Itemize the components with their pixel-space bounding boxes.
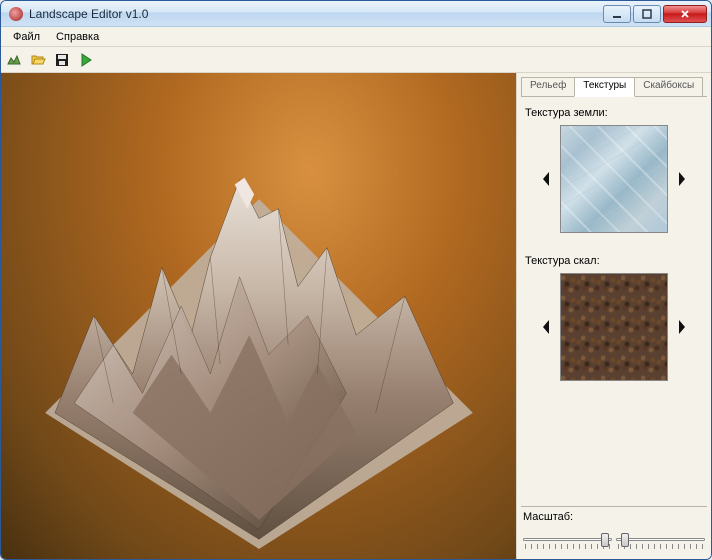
content-area: Рельеф Текстуры Скайбоксы Текстура земли… — [1, 73, 711, 559]
toolbar — [1, 47, 711, 73]
tab-terrain[interactable]: Рельеф — [521, 77, 575, 96]
window-title: Landscape Editor v1.0 — [29, 7, 601, 21]
viewport-3d[interactable] — [1, 73, 516, 559]
save-button[interactable] — [51, 49, 73, 71]
rock-texture-picker — [521, 273, 707, 381]
scale-slider-2[interactable] — [616, 529, 705, 549]
window-buttons — [601, 5, 707, 23]
floppy-save-icon — [54, 52, 70, 68]
rock-texture-label: Текстура скал: — [521, 253, 707, 273]
minimize-button[interactable] — [603, 5, 631, 23]
side-panel: Рельеф Текстуры Скайбоксы Текстура земли… — [516, 73, 711, 559]
chevron-right-icon — [677, 171, 687, 187]
chevron-left-icon — [541, 319, 551, 335]
titlebar: Landscape Editor v1.0 — [1, 1, 711, 27]
tab-bar: Рельеф Текстуры Скайбоксы — [521, 77, 707, 97]
menu-file[interactable]: Файл — [5, 29, 48, 45]
tab-skyboxes[interactable]: Скайбоксы — [634, 77, 703, 96]
close-button[interactable] — [663, 5, 707, 23]
land-texture-picker — [521, 125, 707, 233]
land-prev-button[interactable] — [538, 164, 554, 194]
slider-thumb[interactable] — [621, 533, 629, 547]
play-button[interactable] — [75, 49, 97, 71]
close-icon — [680, 9, 690, 19]
rock-texture-section: Текстура скал: — [521, 253, 707, 381]
open-button[interactable] — [27, 49, 49, 71]
folder-open-icon — [30, 52, 46, 68]
chevron-left-icon — [541, 171, 551, 187]
land-texture-swatch[interactable] — [560, 125, 668, 233]
chevron-right-icon — [677, 319, 687, 335]
scale-slider-1[interactable] — [523, 529, 612, 549]
maximize-button[interactable] — [633, 5, 661, 23]
land-next-button[interactable] — [674, 164, 690, 194]
app-window: Landscape Editor v1.0 Файл Справка — [0, 0, 712, 560]
rock-prev-button[interactable] — [538, 312, 554, 342]
rock-texture-swatch[interactable] — [560, 273, 668, 381]
rock-next-button[interactable] — [674, 312, 690, 342]
scale-section: Масштаб: — [521, 506, 707, 555]
menubar: Файл Справка — [1, 27, 711, 47]
land-texture-section: Текстура земли: — [521, 105, 707, 233]
play-icon — [78, 52, 94, 68]
slider-row — [521, 527, 707, 555]
scale-label: Масштаб: — [521, 511, 707, 527]
terrain-render — [14, 122, 503, 559]
slider-thumb[interactable] — [601, 533, 609, 547]
app-icon — [9, 7, 23, 21]
land-texture-label: Текстура земли: — [521, 105, 707, 125]
maximize-icon — [642, 9, 652, 19]
menu-help[interactable]: Справка — [48, 29, 107, 45]
tab-textures[interactable]: Текстуры — [574, 77, 635, 97]
new-terrain-icon — [6, 52, 22, 68]
new-button[interactable] — [3, 49, 25, 71]
minimize-icon — [612, 9, 622, 19]
